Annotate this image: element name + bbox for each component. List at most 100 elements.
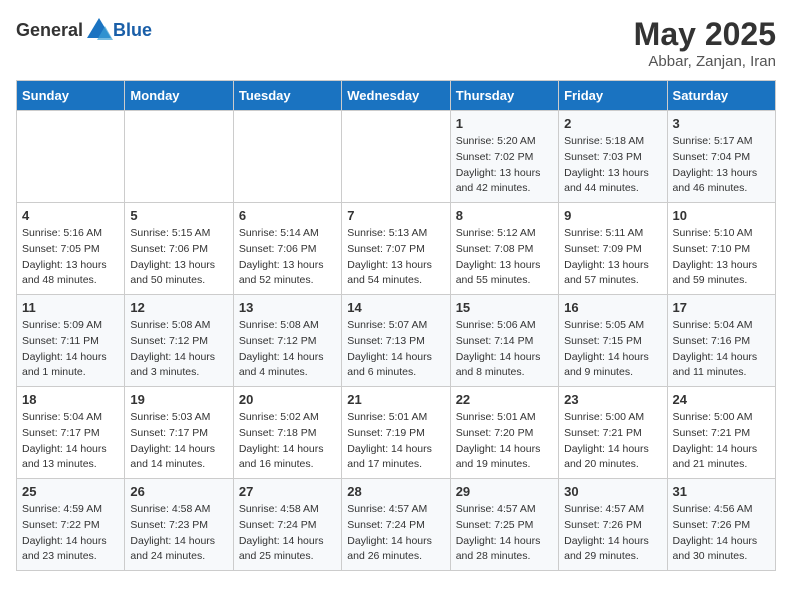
- header-day-monday: Monday: [125, 81, 233, 111]
- day-cell: 15Sunrise: 5:06 AM Sunset: 7:14 PM Dayli…: [450, 295, 558, 387]
- day-cell: 28 Sunrise: 4:57 AM Sunset: 7:24 PM Dayli…: [342, 479, 450, 571]
- day-cell: 16 Sunrise: 5:05 AM Sunset: 7:15 PM Dayli…: [559, 295, 667, 387]
- day-number: 2: [564, 116, 661, 131]
- title-block: May 2025 Abbar, Zanjan, Iran: [634, 16, 776, 70]
- day-info: Sunrise: 4:57 AM Sunset: 7:24 PM Dayligh…: [347, 502, 444, 565]
- day-number: 24: [673, 392, 770, 407]
- day-cell: 25 Sunrise: 4:59 AM Sunset: 7:22 PM Dayli…: [17, 479, 125, 571]
- day-info: Sunrise: 5:10 AM Sunset: 7:10 PM Dayligh…: [673, 226, 770, 289]
- day-number: 1: [456, 116, 553, 131]
- day-cell: 19 Sunrise: 5:03 AM Sunset: 7:17 PM Dayli…: [125, 387, 233, 479]
- day-cell: 21 Sunrise: 5:01 AM Sunset: 7:19 PM Dayli…: [342, 387, 450, 479]
- day-info: Sunrise: 5:17 AM Sunset: 7:04 PM Dayligh…: [673, 134, 770, 197]
- logo-icon: [85, 16, 113, 44]
- day-number: 17: [673, 300, 770, 315]
- day-info: Sunrise: 4:58 AM Sunset: 7:23 PM Dayligh…: [130, 502, 227, 565]
- day-cell: [17, 111, 125, 203]
- day-cell: 2 Sunrise: 5:18 AM Sunset: 7:03 PM Daylig…: [559, 111, 667, 203]
- day-cell: 30 Sunrise: 4:57 AM Sunset: 7:26 PM Dayli…: [559, 479, 667, 571]
- day-number: 27: [239, 484, 336, 499]
- day-info: Sunrise: 5:04 AM Sunset: 7:16 PM Dayligh…: [673, 318, 770, 381]
- day-info: Sunrise: 5:16 AM Sunset: 7:05 PM Dayligh…: [22, 226, 119, 289]
- day-info: Sunrise: 5:02 AM Sunset: 7:18 PM Dayligh…: [239, 410, 336, 473]
- calendar-body: 1 Sunrise: 5:20 AM Sunset: 7:02 PM Daylig…: [17, 111, 776, 571]
- day-info: Sunrise: 5:01 AM Sunset: 7:19 PM Dayligh…: [347, 410, 444, 473]
- logo-blue: Blue: [113, 20, 152, 41]
- day-number: 31: [673, 484, 770, 499]
- day-cell: 24 Sunrise: 5:00 AM Sunset: 7:21 PM Dayli…: [667, 387, 775, 479]
- day-cell: 9Sunrise: 5:11 AM Sunset: 7:09 PM Daylig…: [559, 203, 667, 295]
- location-subtitle: Abbar, Zanjan, Iran: [634, 53, 776, 70]
- day-number: 25: [22, 484, 119, 499]
- day-cell: 12Sunrise: 5:08 AM Sunset: 7:12 PM Dayli…: [125, 295, 233, 387]
- day-cell: 11 Sunrise: 5:09 AM Sunset: 7:11 PM Dayli…: [17, 295, 125, 387]
- day-info: Sunrise: 5:01 AM Sunset: 7:20 PM Dayligh…: [456, 410, 553, 473]
- day-cell: 14Sunrise: 5:07 AM Sunset: 7:13 PM Dayli…: [342, 295, 450, 387]
- day-number: 3: [673, 116, 770, 131]
- day-info: Sunrise: 5:18 AM Sunset: 7:03 PM Dayligh…: [564, 134, 661, 197]
- header-day-sunday: Sunday: [17, 81, 125, 111]
- day-cell: 5Sunrise: 5:15 AM Sunset: 7:06 PM Daylig…: [125, 203, 233, 295]
- day-cell: 31 Sunrise: 4:56 AM Sunset: 7:26 PM Dayli…: [667, 479, 775, 571]
- day-cell: 29Sunrise: 4:57 AM Sunset: 7:25 PM Dayli…: [450, 479, 558, 571]
- day-number: 29: [456, 484, 553, 499]
- day-info: Sunrise: 4:57 AM Sunset: 7:26 PM Dayligh…: [564, 502, 661, 565]
- day-cell: 6Sunrise: 5:14 AM Sunset: 7:06 PM Daylig…: [233, 203, 341, 295]
- day-cell: 4Sunrise: 5:16 AM Sunset: 7:05 PM Daylig…: [17, 203, 125, 295]
- day-info: Sunrise: 5:05 AM Sunset: 7:15 PM Dayligh…: [564, 318, 661, 381]
- day-info: Sunrise: 5:14 AM Sunset: 7:06 PM Dayligh…: [239, 226, 336, 289]
- day-info: Sunrise: 5:15 AM Sunset: 7:06 PM Dayligh…: [130, 226, 227, 289]
- day-number: 30: [564, 484, 661, 499]
- day-info: Sunrise: 5:13 AM Sunset: 7:07 PM Dayligh…: [347, 226, 444, 289]
- day-number: 13: [239, 300, 336, 315]
- calendar-table: SundayMondayTuesdayWednesdayThursdayFrid…: [16, 80, 776, 571]
- day-cell: 13 Sunrise: 5:08 AM Sunset: 7:12 PM Dayli…: [233, 295, 341, 387]
- day-cell: [233, 111, 341, 203]
- day-info: Sunrise: 5:03 AM Sunset: 7:17 PM Dayligh…: [130, 410, 227, 473]
- day-cell: 26 Sunrise: 4:58 AM Sunset: 7:23 PM Dayli…: [125, 479, 233, 571]
- header-day-friday: Friday: [559, 81, 667, 111]
- day-number: 23: [564, 392, 661, 407]
- day-cell: [342, 111, 450, 203]
- day-number: 11: [22, 300, 119, 315]
- day-number: 18: [22, 392, 119, 407]
- day-cell: 7 Sunrise: 5:13 AM Sunset: 7:07 PM Daylig…: [342, 203, 450, 295]
- day-info: Sunrise: 5:06 AM Sunset: 7:14 PM Dayligh…: [456, 318, 553, 381]
- day-number: 19: [130, 392, 227, 407]
- week-row-3: 11 Sunrise: 5:09 AM Sunset: 7:11 PM Dayli…: [17, 295, 776, 387]
- day-info: Sunrise: 5:12 AM Sunset: 7:08 PM Dayligh…: [456, 226, 553, 289]
- week-row-4: 18Sunrise: 5:04 AM Sunset: 7:17 PM Dayli…: [17, 387, 776, 479]
- day-cell: 27 Sunrise: 4:58 AM Sunset: 7:24 PM Dayli…: [233, 479, 341, 571]
- week-row-5: 25 Sunrise: 4:59 AM Sunset: 7:22 PM Dayli…: [17, 479, 776, 571]
- day-cell: 3 Sunrise: 5:17 AM Sunset: 7:04 PM Daylig…: [667, 111, 775, 203]
- header-day-saturday: Saturday: [667, 81, 775, 111]
- week-row-1: 1 Sunrise: 5:20 AM Sunset: 7:02 PM Daylig…: [17, 111, 776, 203]
- day-number: 16: [564, 300, 661, 315]
- day-info: Sunrise: 5:08 AM Sunset: 7:12 PM Dayligh…: [239, 318, 336, 381]
- header-day-wednesday: Wednesday: [342, 81, 450, 111]
- day-number: 20: [239, 392, 336, 407]
- month-title: May 2025: [634, 16, 776, 53]
- page-header: General Blue May 2025 Abbar, Zanjan, Ira…: [16, 16, 776, 70]
- day-info: Sunrise: 4:59 AM Sunset: 7:22 PM Dayligh…: [22, 502, 119, 565]
- day-number: 26: [130, 484, 227, 499]
- day-info: Sunrise: 4:56 AM Sunset: 7:26 PM Dayligh…: [673, 502, 770, 565]
- day-cell: 17 Sunrise: 5:04 AM Sunset: 7:16 PM Dayli…: [667, 295, 775, 387]
- day-number: 7: [347, 208, 444, 223]
- day-info: Sunrise: 5:11 AM Sunset: 7:09 PM Dayligh…: [564, 226, 661, 289]
- day-number: 28: [347, 484, 444, 499]
- day-cell: 20 Sunrise: 5:02 AM Sunset: 7:18 PM Dayli…: [233, 387, 341, 479]
- week-row-2: 4Sunrise: 5:16 AM Sunset: 7:05 PM Daylig…: [17, 203, 776, 295]
- header-day-thursday: Thursday: [450, 81, 558, 111]
- day-info: Sunrise: 5:09 AM Sunset: 7:11 PM Dayligh…: [22, 318, 119, 381]
- day-info: Sunrise: 5:20 AM Sunset: 7:02 PM Dayligh…: [456, 134, 553, 197]
- day-cell: 22Sunrise: 5:01 AM Sunset: 7:20 PM Dayli…: [450, 387, 558, 479]
- day-info: Sunrise: 5:00 AM Sunset: 7:21 PM Dayligh…: [673, 410, 770, 473]
- day-number: 10: [673, 208, 770, 223]
- day-info: Sunrise: 4:58 AM Sunset: 7:24 PM Dayligh…: [239, 502, 336, 565]
- day-number: 21: [347, 392, 444, 407]
- day-info: Sunrise: 5:07 AM Sunset: 7:13 PM Dayligh…: [347, 318, 444, 381]
- day-cell: 10 Sunrise: 5:10 AM Sunset: 7:10 PM Dayli…: [667, 203, 775, 295]
- day-cell: 8Sunrise: 5:12 AM Sunset: 7:08 PM Daylig…: [450, 203, 558, 295]
- day-info: Sunrise: 5:08 AM Sunset: 7:12 PM Dayligh…: [130, 318, 227, 381]
